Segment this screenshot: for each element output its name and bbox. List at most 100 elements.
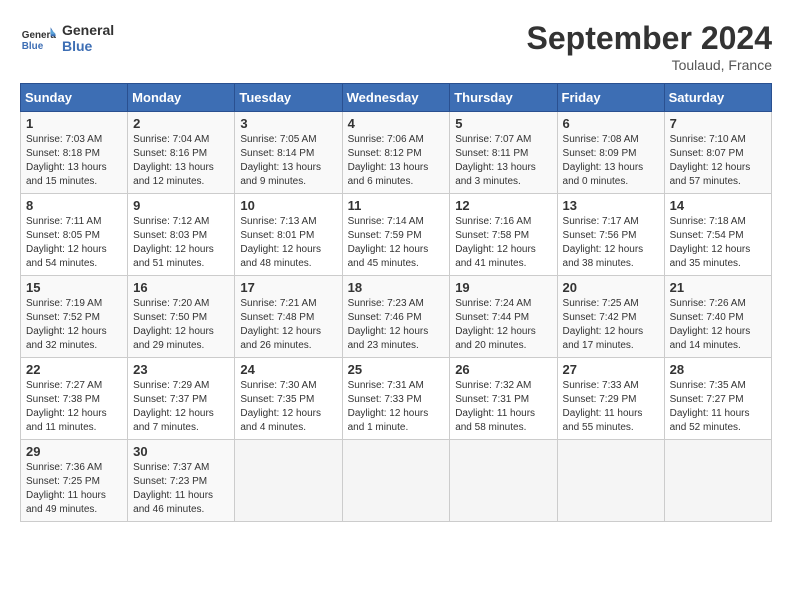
day-info: Sunrise: 7:27 AM Sunset: 7:38 PM Dayligh… xyxy=(26,379,122,435)
title-block: September 2024 Toulaud, France xyxy=(527,20,772,73)
calendar-cell xyxy=(450,440,557,522)
day-info: Sunrise: 7:20 AM Sunset: 7:50 PM Dayligh… xyxy=(133,297,229,353)
calendar-cell: 2 Sunrise: 7:04 AM Sunset: 8:16 PM Daylig… xyxy=(128,112,235,194)
day-info: Sunrise: 7:31 AM Sunset: 7:33 PM Dayligh… xyxy=(348,379,445,435)
day-info: Sunrise: 7:17 AM Sunset: 7:56 PM Dayligh… xyxy=(563,215,659,271)
day-number: 3 xyxy=(240,116,336,131)
weekday-header-friday: Friday xyxy=(557,84,664,112)
day-number: 19 xyxy=(455,280,551,295)
day-number: 21 xyxy=(670,280,766,295)
month-title: September 2024 xyxy=(527,20,772,57)
calendar-cell: 24 Sunrise: 7:30 AM Sunset: 7:35 PM Dayli… xyxy=(235,358,342,440)
day-info: Sunrise: 7:36 AM Sunset: 7:25 PM Dayligh… xyxy=(26,461,122,517)
day-info: Sunrise: 7:10 AM Sunset: 8:07 PM Dayligh… xyxy=(670,133,766,189)
calendar-week-2: 8Sunrise: 7:11 AM Sunset: 8:05 PM Daylig… xyxy=(21,194,772,276)
day-info: Sunrise: 7:06 AM Sunset: 8:12 PM Dayligh… xyxy=(348,133,445,189)
calendar-cell: 14 Sunrise: 7:18 AM Sunset: 7:54 PM Dayli… xyxy=(664,194,771,276)
logo-blue: Blue xyxy=(62,38,114,54)
weekday-header-tuesday: Tuesday xyxy=(235,84,342,112)
calendar-week-3: 15 Sunrise: 7:19 AM Sunset: 7:52 PM Dayli… xyxy=(21,276,772,358)
weekday-header-wednesday: Wednesday xyxy=(342,84,450,112)
day-number: 14 xyxy=(670,198,766,213)
calendar-cell: 27Sunrise: 7:33 AM Sunset: 7:29 PM Dayli… xyxy=(557,358,664,440)
calendar-cell: 6 Sunrise: 7:08 AM Sunset: 8:09 PM Daylig… xyxy=(557,112,664,194)
day-info: Sunrise: 7:05 AM Sunset: 8:14 PM Dayligh… xyxy=(240,133,336,189)
day-number: 7 xyxy=(670,116,766,131)
day-number: 9 xyxy=(133,198,229,213)
day-info: Sunrise: 7:32 AM Sunset: 7:31 PM Dayligh… xyxy=(455,379,551,435)
day-number: 13 xyxy=(563,198,659,213)
day-info: Sunrise: 7:04 AM Sunset: 8:16 PM Dayligh… xyxy=(133,133,229,189)
calendar-cell xyxy=(664,440,771,522)
day-info: Sunrise: 7:35 AM Sunset: 7:27 PM Dayligh… xyxy=(670,379,766,435)
day-info: Sunrise: 7:30 AM Sunset: 7:35 PM Dayligh… xyxy=(240,379,336,435)
weekday-header-thursday: Thursday xyxy=(450,84,557,112)
day-info: Sunrise: 7:21 AM Sunset: 7:48 PM Dayligh… xyxy=(240,297,336,353)
logo-icon: General Blue xyxy=(20,20,56,56)
day-info: Sunrise: 7:16 AM Sunset: 7:58 PM Dayligh… xyxy=(455,215,551,271)
day-number: 5 xyxy=(455,116,551,131)
page-header: General Blue General Blue September 2024… xyxy=(20,20,772,73)
calendar-cell: 26 Sunrise: 7:32 AM Sunset: 7:31 PM Dayli… xyxy=(450,358,557,440)
day-number: 28 xyxy=(670,362,766,377)
calendar-cell: 18Sunrise: 7:23 AM Sunset: 7:46 PM Dayli… xyxy=(342,276,450,358)
day-info: Sunrise: 7:08 AM Sunset: 8:09 PM Dayligh… xyxy=(563,133,659,189)
day-number: 25 xyxy=(348,362,445,377)
day-number: 23 xyxy=(133,362,229,377)
logo: General Blue General Blue xyxy=(20,20,114,56)
weekday-header-sunday: Sunday xyxy=(21,84,128,112)
calendar-cell: 17 Sunrise: 7:21 AM Sunset: 7:48 PM Dayli… xyxy=(235,276,342,358)
calendar-cell: 4 Sunrise: 7:06 AM Sunset: 8:12 PM Daylig… xyxy=(342,112,450,194)
day-number: 22 xyxy=(26,362,122,377)
day-info: Sunrise: 7:18 AM Sunset: 7:54 PM Dayligh… xyxy=(670,215,766,271)
day-info: Sunrise: 7:19 AM Sunset: 7:52 PM Dayligh… xyxy=(26,297,122,353)
day-number: 10 xyxy=(240,198,336,213)
day-number: 16 xyxy=(133,280,229,295)
calendar-cell: 1Sunrise: 7:03 AM Sunset: 8:18 PM Daylig… xyxy=(21,112,128,194)
calendar-cell: 29Sunrise: 7:36 AM Sunset: 7:25 PM Dayli… xyxy=(21,440,128,522)
day-info: Sunrise: 7:13 AM Sunset: 8:01 PM Dayligh… xyxy=(240,215,336,271)
calendar-cell: 9 Sunrise: 7:12 AM Sunset: 8:03 PM Daylig… xyxy=(128,194,235,276)
calendar-cell: 22 Sunrise: 7:27 AM Sunset: 7:38 PM Dayli… xyxy=(21,358,128,440)
calendar-cell xyxy=(557,440,664,522)
calendar-cell xyxy=(235,440,342,522)
day-number: 15 xyxy=(26,280,122,295)
day-number: 20 xyxy=(563,280,659,295)
calendar-cell: 25 Sunrise: 7:31 AM Sunset: 7:33 PM Dayli… xyxy=(342,358,450,440)
calendar-cell: 11Sunrise: 7:14 AM Sunset: 7:59 PM Dayli… xyxy=(342,194,450,276)
day-info: Sunrise: 7:12 AM Sunset: 8:03 PM Dayligh… xyxy=(133,215,229,271)
day-number: 18 xyxy=(348,280,445,295)
day-number: 6 xyxy=(563,116,659,131)
day-number: 17 xyxy=(240,280,336,295)
day-number: 4 xyxy=(348,116,445,131)
day-number: 2 xyxy=(133,116,229,131)
calendar-cell: 3 Sunrise: 7:05 AM Sunset: 8:14 PM Daylig… xyxy=(235,112,342,194)
calendar-cell: 10 Sunrise: 7:13 AM Sunset: 8:01 PM Dayli… xyxy=(235,194,342,276)
day-number: 8 xyxy=(26,198,122,213)
day-number: 12 xyxy=(455,198,551,213)
logo-general: General xyxy=(62,22,114,38)
day-number: 1 xyxy=(26,116,122,131)
day-info: Sunrise: 7:37 AM Sunset: 7:23 PM Dayligh… xyxy=(133,461,229,517)
day-number: 24 xyxy=(240,362,336,377)
day-info: Sunrise: 7:26 AM Sunset: 7:40 PM Dayligh… xyxy=(670,297,766,353)
calendar-cell: 19 Sunrise: 7:24 AM Sunset: 7:44 PM Dayli… xyxy=(450,276,557,358)
calendar-table: SundayMondayTuesdayWednesdayThursdayFrid… xyxy=(20,83,772,522)
calendar-cell: 20 Sunrise: 7:25 AM Sunset: 7:42 PM Dayli… xyxy=(557,276,664,358)
calendar-cell: 21 Sunrise: 7:26 AM Sunset: 7:40 PM Dayli… xyxy=(664,276,771,358)
calendar-cell: 7 Sunrise: 7:10 AM Sunset: 8:07 PM Daylig… xyxy=(664,112,771,194)
day-number: 26 xyxy=(455,362,551,377)
day-info: Sunrise: 7:07 AM Sunset: 8:11 PM Dayligh… xyxy=(455,133,551,189)
day-info: Sunrise: 7:24 AM Sunset: 7:44 PM Dayligh… xyxy=(455,297,551,353)
calendar-cell: 23Sunrise: 7:29 AM Sunset: 7:37 PM Dayli… xyxy=(128,358,235,440)
calendar-week-1: 1Sunrise: 7:03 AM Sunset: 8:18 PM Daylig… xyxy=(21,112,772,194)
day-info: Sunrise: 7:25 AM Sunset: 7:42 PM Dayligh… xyxy=(563,297,659,353)
weekday-header-monday: Monday xyxy=(128,84,235,112)
calendar-cell: 16 Sunrise: 7:20 AM Sunset: 7:50 PM Dayli… xyxy=(128,276,235,358)
calendar-cell xyxy=(342,440,450,522)
day-number: 30 xyxy=(133,444,229,459)
calendar-cell: 28 Sunrise: 7:35 AM Sunset: 7:27 PM Dayli… xyxy=(664,358,771,440)
calendar-cell: 15 Sunrise: 7:19 AM Sunset: 7:52 PM Dayli… xyxy=(21,276,128,358)
location: Toulaud, France xyxy=(527,57,772,73)
weekday-header-row: SundayMondayTuesdayWednesdayThursdayFrid… xyxy=(21,84,772,112)
